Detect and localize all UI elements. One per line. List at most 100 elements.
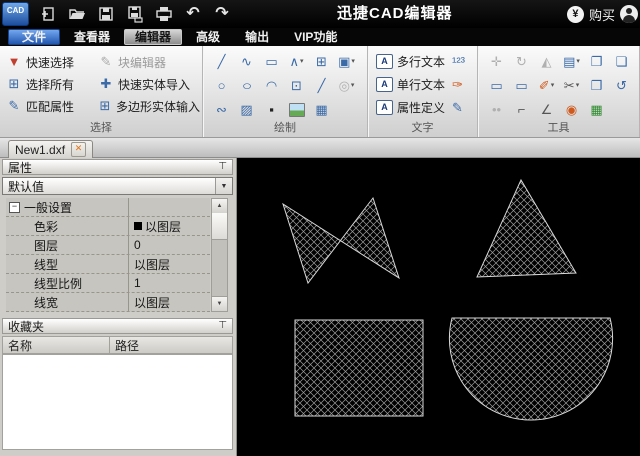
buy-button[interactable]: 购买 (589, 5, 615, 24)
text-edit-button[interactable]: ✎ (452, 100, 474, 116)
scrollbar-thumb[interactable] (212, 213, 227, 240)
property-group-value (128, 198, 210, 216)
match-properties-button[interactable]: ✎匹配属性 (6, 98, 98, 115)
hatch-tool-button[interactable]: ▨ (240, 102, 252, 118)
table-icon: ▦ (315, 102, 327, 118)
open-file-button[interactable] (67, 4, 87, 24)
polyline-tool-button[interactable]: ∧▾ (289, 54, 303, 70)
scroll-down-button[interactable]: ▼ (212, 296, 227, 311)
viewport-button[interactable]: ▭ (515, 78, 527, 94)
drawing-canvas[interactable] (237, 158, 640, 456)
menu-item-file[interactable]: 文件 (8, 29, 60, 45)
hatched-bowtie[interactable] (283, 198, 399, 283)
ellipse-tool-button[interactable]: ○ (241, 78, 251, 94)
combobox-dropdown-button[interactable]: ▼ (215, 178, 232, 194)
quick-select-button[interactable]: ▼快速选择 (6, 54, 98, 71)
insert-block-icon: ⊞ (316, 54, 327, 70)
xref-table-icon: ▦ (590, 102, 602, 118)
mtext-label: 多行文本 (397, 53, 445, 70)
properties-scrollbar[interactable]: ▲ ▼ (211, 198, 228, 312)
properties-preset-combobox[interactable]: 默认值 ▼ (2, 177, 233, 195)
small-array-button[interactable]: ❒ (591, 78, 603, 94)
property-group-label: 一般设置 (24, 199, 72, 216)
undo-button[interactable]: ↶ (183, 4, 203, 24)
property-value[interactable]: 以图层 (128, 217, 210, 235)
mirror-tool-button[interactable]: ◭ (542, 54, 552, 70)
pin-icon[interactable]: ⊤ (218, 162, 227, 172)
menu-item-vip[interactable]: VIP功能 (283, 29, 348, 45)
grips-button[interactable]: •• (492, 102, 501, 118)
single-text-button[interactable]: A单行文本 (376, 76, 452, 93)
table-tool-button[interactable]: ▦ (315, 102, 327, 118)
arc-tool-button[interactable]: ◠ (266, 78, 277, 94)
select-all-button[interactable]: ⊞选择所有 (6, 76, 98, 93)
fillet-tool-button[interactable]: ⌐ (518, 102, 526, 118)
hatched-triangle[interactable] (477, 180, 576, 277)
attribute-define-button[interactable]: A属性定义 (376, 99, 452, 116)
polygon-entity-input-button[interactable]: ⊞多边形实体输入 (98, 98, 200, 115)
xref-table-button[interactable]: ▦ (590, 102, 602, 118)
copy-tool-button[interactable]: ❐ (591, 54, 603, 70)
erase-icon: ✐ (539, 78, 550, 94)
circle-tool-button[interactable]: ○ (218, 78, 226, 94)
menu-item-viewer[interactable]: 查看器 (63, 29, 121, 45)
block-tool-button[interactable]: ▣▾ (338, 54, 355, 70)
rect-array-button[interactable]: ▭ (490, 78, 502, 94)
menu-item-advanced[interactable]: 高级 (185, 29, 231, 45)
favorites-column-name[interactable]: 名称 (3, 337, 109, 354)
trim-tool-button[interactable]: ✂▾ (564, 78, 579, 94)
region-tool-button[interactable]: ⊡ (291, 78, 302, 94)
menu-item-output[interactable]: 输出 (234, 29, 280, 45)
ribbon-group-select: ▼快速选择 ✎块编辑器 ⊞选择所有 ✚快速实体导入 ✎匹配属性 ⊞多边形实体输入… (0, 46, 203, 137)
tab-close-button[interactable]: ✕ (71, 142, 86, 157)
save-button[interactable] (96, 4, 116, 24)
favorites-list[interactable] (2, 354, 233, 450)
property-value[interactable]: 以图层 (128, 293, 210, 311)
text-style-button[interactable]: ✑ (452, 77, 474, 93)
property-name: 图层 (6, 237, 128, 254)
new-file-button[interactable] (38, 4, 58, 24)
point-tool-button[interactable]: ▪ (269, 102, 274, 118)
property-value[interactable]: 0 (128, 236, 210, 254)
mtext-button[interactable]: A多行文本 (376, 53, 452, 70)
pin-icon[interactable]: ⊤ (218, 321, 227, 331)
property-value[interactable]: 1 (128, 274, 210, 292)
rectangle-tool-button[interactable]: ▭ (265, 54, 277, 70)
line-tool-button[interactable]: ╱ (218, 54, 226, 70)
redo-button[interactable]: ↷ (212, 4, 232, 24)
account-icon[interactable] (620, 5, 638, 23)
property-group-row[interactable]: −一般设置 (6, 198, 210, 217)
erase-tool-button[interactable]: ✐▾ (539, 78, 554, 94)
scroll-up-button[interactable]: ▲ (212, 199, 227, 214)
quick-entity-import-button[interactable]: ✚快速实体导入 (98, 76, 200, 93)
menu-item-editor[interactable]: 编辑器 (124, 29, 182, 45)
spline-tool-button[interactable]: ∿ (241, 54, 252, 70)
construction-line-button[interactable]: ╱ (318, 78, 326, 94)
property-row-linetype-scale: 线型比例 1 (6, 274, 210, 293)
refresh-icon: ↺ (616, 78, 627, 94)
insert-block-button[interactable]: ⊞ (316, 54, 327, 70)
paste-tool-button[interactable]: ❏ (616, 54, 628, 70)
document-tab[interactable]: New1.dxf ✕ (8, 140, 93, 158)
collapse-icon[interactable]: − (9, 202, 20, 213)
group-tool-button[interactable]: ◎▾ (339, 78, 355, 94)
chamfer-tool-button[interactable]: ∠ (541, 102, 553, 118)
favorites-column-headers: 名称 路径 (2, 336, 233, 354)
property-value[interactable]: 以图层 (128, 255, 210, 273)
print-button[interactable] (154, 4, 174, 24)
hatched-rectangle[interactable] (295, 320, 423, 416)
refresh-tool-button[interactable]: ↺ (616, 78, 627, 94)
save-as-button[interactable] (125, 4, 145, 24)
block-editor-button[interactable]: ✎块编辑器 (98, 54, 200, 71)
text-numbering-button[interactable]: ¹²³ (452, 54, 474, 70)
favorites-column-path[interactable]: 路径 (109, 337, 232, 353)
copy-icon: ❐ (591, 54, 603, 70)
hatched-circle[interactable] (449, 318, 612, 420)
color-match-button[interactable]: ◉ (566, 102, 577, 118)
rotate-tool-button[interactable]: ↻ (516, 54, 527, 70)
revision-cloud-button[interactable]: ∾ (216, 102, 227, 118)
move-tool-button[interactable]: ✛ (491, 54, 502, 70)
adjust-tool-button[interactable]: ▤▾ (563, 54, 580, 70)
small-array-icon: ❒ (591, 78, 603, 94)
raster-image-button[interactable] (289, 103, 305, 117)
